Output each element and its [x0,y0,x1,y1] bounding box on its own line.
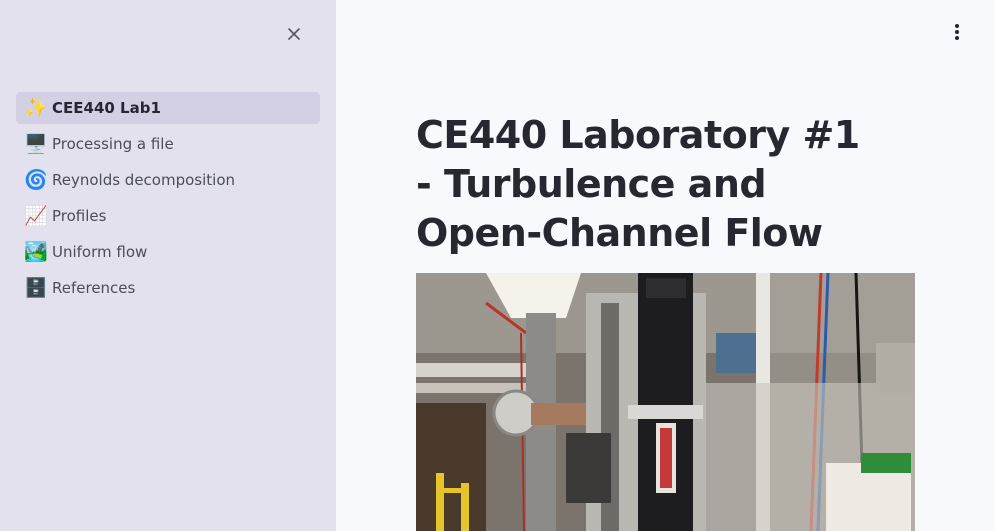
lab-photo [416,273,915,531]
close-sidebar-button[interactable] [283,23,305,45]
kebab-menu-icon [955,24,959,40]
sidebar-item-label: Processing a file [52,135,174,153]
chart-increasing-icon: 📈 [24,204,48,227]
desktop-computer-icon: 🖥️ [24,132,48,155]
page-title: CE440 Laboratory #1 - Turbulence and Ope… [416,113,860,255]
sparkles-icon: ✨ [24,96,48,119]
sidebar: ✨ CEE440 Lab1 🖥️ Processing a file 🌀 Rey… [0,0,336,531]
sidebar-item-label: CEE440 Lab1 [52,99,161,117]
sidebar-item-reynolds-decomposition[interactable]: 🌀 Reynolds decomposition [16,164,320,196]
national-park-icon: 🏞️ [24,240,48,263]
sidebar-item-profiles[interactable]: 📈 Profiles [16,200,320,232]
file-cabinet-icon: 🗄️ [24,276,48,299]
sidebar-item-label: References [52,279,136,297]
sidebar-nav: ✨ CEE440 Lab1 🖥️ Processing a file 🌀 Rey… [16,92,320,308]
sidebar-item-label: Profiles [52,207,107,225]
sidebar-item-uniform-flow[interactable]: 🏞️ Uniform flow [16,236,320,268]
sidebar-item-processing-a-file[interactable]: 🖥️ Processing a file [16,128,320,160]
main-menu-button[interactable] [945,20,969,44]
sidebar-item-cee440-lab1[interactable]: ✨ CEE440 Lab1 [16,92,320,124]
close-icon [288,28,300,40]
cyclone-icon: 🌀 [24,168,48,191]
sidebar-item-label: Reynolds decomposition [52,171,236,189]
sidebar-item-label: Uniform flow [52,243,148,261]
lab-photo-illustration [416,273,915,531]
sidebar-item-references[interactable]: 🗄️ References [16,272,320,304]
